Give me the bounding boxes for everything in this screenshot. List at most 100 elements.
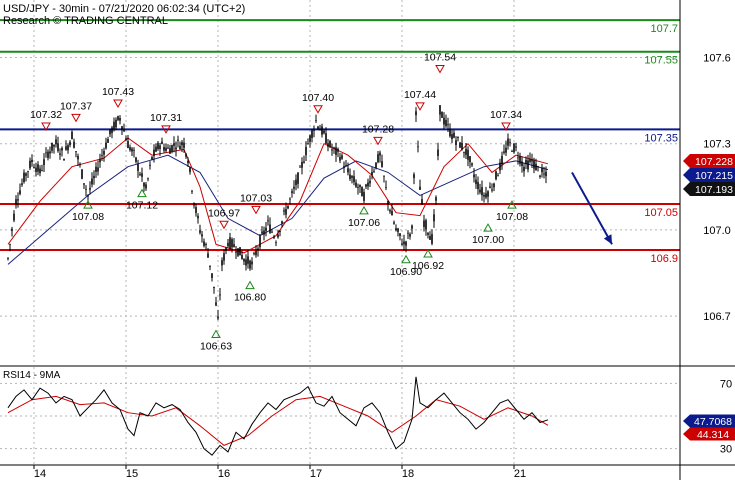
candle-body [543, 173, 545, 175]
candle-body [401, 243, 403, 245]
candle-body [69, 141, 71, 146]
candle-body [473, 174, 475, 178]
rsi-value-tag-label: 47.7068 [694, 416, 732, 428]
price-tick-label: 107.3 [703, 139, 731, 151]
candle-body [229, 237, 231, 249]
level-label: 107.05 [644, 207, 678, 219]
candle-body [383, 175, 385, 177]
swing-high-label: 107.44 [404, 89, 436, 101]
candle-body [213, 286, 215, 289]
candle-body [491, 189, 493, 191]
candle-body [361, 187, 363, 197]
swing-high-label: 107.28 [362, 123, 394, 135]
candle-body [73, 141, 75, 148]
candle-body [393, 222, 395, 224]
candle-body [483, 194, 485, 197]
swing-high-label: 107.03 [240, 192, 272, 204]
candle-body [157, 142, 159, 150]
candle-body [221, 260, 223, 266]
candle-body [9, 244, 11, 246]
candle-body [257, 248, 259, 251]
candle-body [439, 105, 441, 115]
candle-body [305, 146, 307, 156]
candle-body [405, 241, 407, 246]
candle-body [209, 265, 211, 267]
candle-body [249, 260, 251, 269]
candle-body [51, 142, 53, 151]
candle-body [13, 213, 15, 221]
candle-body [513, 143, 515, 153]
chart-svg: 107.6 107.3 107.0 106.7 107.7 107.55 107.35 107… [0, 0, 735, 480]
candle-body [239, 247, 241, 256]
candle-body [431, 234, 433, 244]
candle-body [429, 236, 431, 240]
candle-body [309, 135, 311, 142]
candle-body [93, 175, 95, 179]
candle-body [191, 190, 193, 192]
candle-body [187, 160, 189, 164]
candle-body [275, 242, 277, 244]
candle-body [265, 227, 267, 231]
candle-body [427, 233, 429, 235]
candle-body [119, 118, 121, 121]
candle-body [359, 184, 361, 187]
candle-body [71, 131, 73, 140]
candle-body [167, 147, 169, 149]
candle-body [37, 164, 39, 172]
candle-body [231, 239, 233, 248]
candle-body [277, 234, 279, 238]
candle-body [219, 294, 221, 296]
price-tick-label: 106.7 [703, 311, 731, 323]
candle-body [313, 128, 315, 131]
candle-body [481, 187, 483, 196]
candle-body [291, 191, 293, 193]
candle-body [147, 178, 149, 180]
candle-body [79, 164, 81, 166]
candle-body [145, 184, 147, 189]
swing-high-label: 107.54 [424, 52, 456, 64]
swing-low-label: 106.63 [200, 341, 232, 353]
candle-body [155, 146, 157, 152]
candle-body [35, 167, 37, 172]
candle-body [443, 117, 445, 125]
candle-body [189, 167, 191, 173]
candle-body [457, 136, 459, 139]
candle-body [499, 162, 501, 171]
candle-body [329, 141, 331, 147]
candle-body [135, 157, 137, 162]
candle-body [129, 147, 131, 151]
candle-body [241, 255, 243, 259]
price-tag-label: 107.193 [695, 184, 733, 196]
time-tick-label: 17 [310, 468, 322, 480]
candle-body [485, 193, 487, 198]
candle-body [357, 186, 359, 188]
level-label: 106.9 [650, 253, 678, 265]
candle-body [95, 166, 97, 172]
candle-body [31, 159, 33, 163]
candle-body [447, 124, 449, 126]
candle-body [255, 250, 257, 256]
candle-body [489, 186, 491, 188]
candle-body [225, 247, 227, 251]
swing-high-label: 106.97 [208, 207, 240, 219]
candle-body [507, 138, 509, 146]
candle-body [399, 233, 401, 236]
candle-body [125, 138, 127, 141]
candle-body [259, 236, 261, 248]
candle-body [409, 233, 411, 237]
candle-body [449, 128, 451, 137]
candle-body [177, 139, 179, 141]
candle-body [237, 248, 239, 256]
swing-high-label: 107.34 [490, 109, 522, 121]
candle-body [165, 147, 167, 151]
candle-body [261, 231, 263, 234]
candle-body [33, 166, 35, 169]
candle-body [497, 175, 499, 177]
candle-body [423, 220, 425, 227]
candle-body [53, 144, 55, 147]
candle-body [363, 192, 365, 201]
candle-body [267, 220, 269, 222]
candle-body [201, 234, 203, 237]
candle-body [247, 256, 249, 264]
candle-body [487, 191, 489, 197]
